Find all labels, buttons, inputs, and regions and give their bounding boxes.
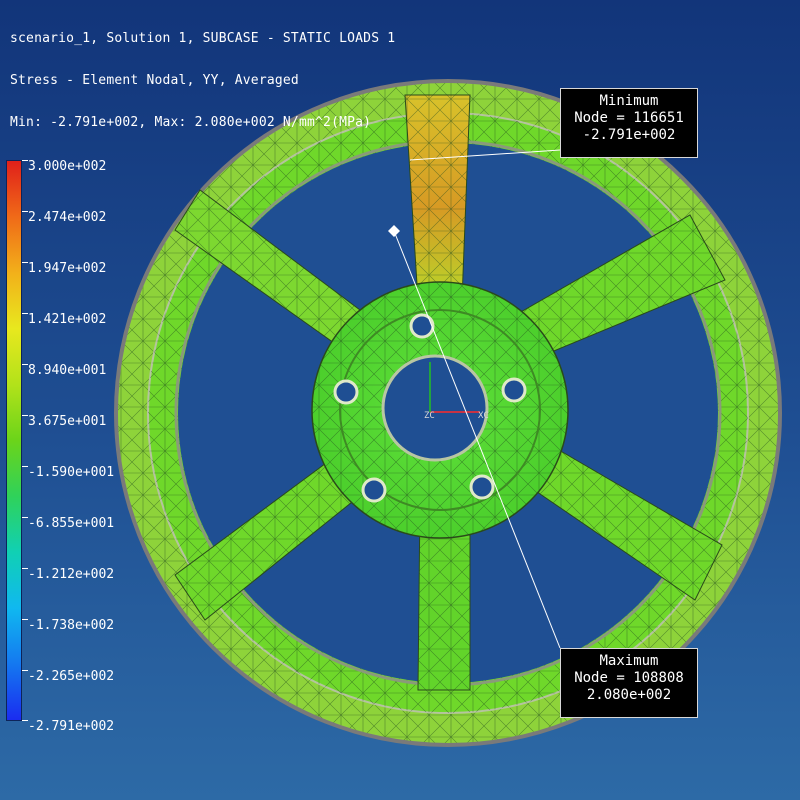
legend-label-0: 3.000e+002 bbox=[28, 159, 107, 174]
maximum-value: 2.080e+002 bbox=[586, 687, 672, 703]
legend-label-4: 8.940e+001 bbox=[28, 363, 107, 378]
minimum-node: Node = 116651 bbox=[574, 110, 684, 126]
result-header: scenario_1, Solution 1, SUBCASE - STATIC… bbox=[10, 4, 395, 144]
bolt-hole-top bbox=[409, 313, 435, 339]
wheel-model[interactable]: ZC XC bbox=[114, 79, 782, 747]
legend-label-8: -1.212e+002 bbox=[28, 567, 115, 582]
header-line-1: scenario_1, Solution 1, SUBCASE - STATIC… bbox=[10, 31, 396, 46]
header-line-3: Min: -2.791e+002, Max: 2.080e+002 N/mm^2… bbox=[10, 115, 372, 130]
legend-label-7: -6.855e+001 bbox=[28, 516, 115, 531]
legend-label-1: 2.474e+002 bbox=[28, 210, 107, 225]
legend-label-6: -1.590e+001 bbox=[28, 465, 115, 480]
center-bore bbox=[381, 354, 489, 462]
maximum-callout[interactable]: Maximum Node = 108808 2.080e+002 bbox=[560, 648, 698, 718]
maximum-title: Maximum bbox=[599, 653, 659, 669]
legend-label-9: -1.738e+002 bbox=[28, 618, 115, 633]
bolt-hole-left bbox=[333, 379, 359, 405]
legend-label-2: 1.947e+002 bbox=[28, 261, 107, 276]
minimum-title: Minimum bbox=[599, 93, 659, 109]
legend-label-3: 1.421e+002 bbox=[28, 312, 107, 327]
bolt-hole-lower-right bbox=[469, 474, 495, 500]
minimum-value: -2.791e+002 bbox=[582, 127, 676, 143]
bolt-hole-right bbox=[501, 377, 527, 403]
legend-label-5: 3.675e+001 bbox=[28, 414, 107, 429]
minimum-callout[interactable]: Minimum Node = 116651 -2.791e+002 bbox=[560, 88, 698, 158]
legend-color-bar bbox=[6, 160, 22, 721]
bolt-hole-lower-left bbox=[361, 477, 387, 503]
legend-label-10: -2.265e+002 bbox=[28, 669, 115, 684]
triad-x-label: XC bbox=[478, 411, 489, 421]
triad-origin-label: ZC bbox=[424, 411, 435, 421]
maximum-node: Node = 108808 bbox=[574, 670, 684, 686]
color-legend: 3.000e+002 2.474e+002 1.947e+002 1.421e+… bbox=[6, 159, 136, 734]
legend-label-11: -2.791e+002 bbox=[28, 719, 115, 734]
header-line-2: Stress - Element Nodal, YY, Averaged bbox=[10, 73, 299, 88]
